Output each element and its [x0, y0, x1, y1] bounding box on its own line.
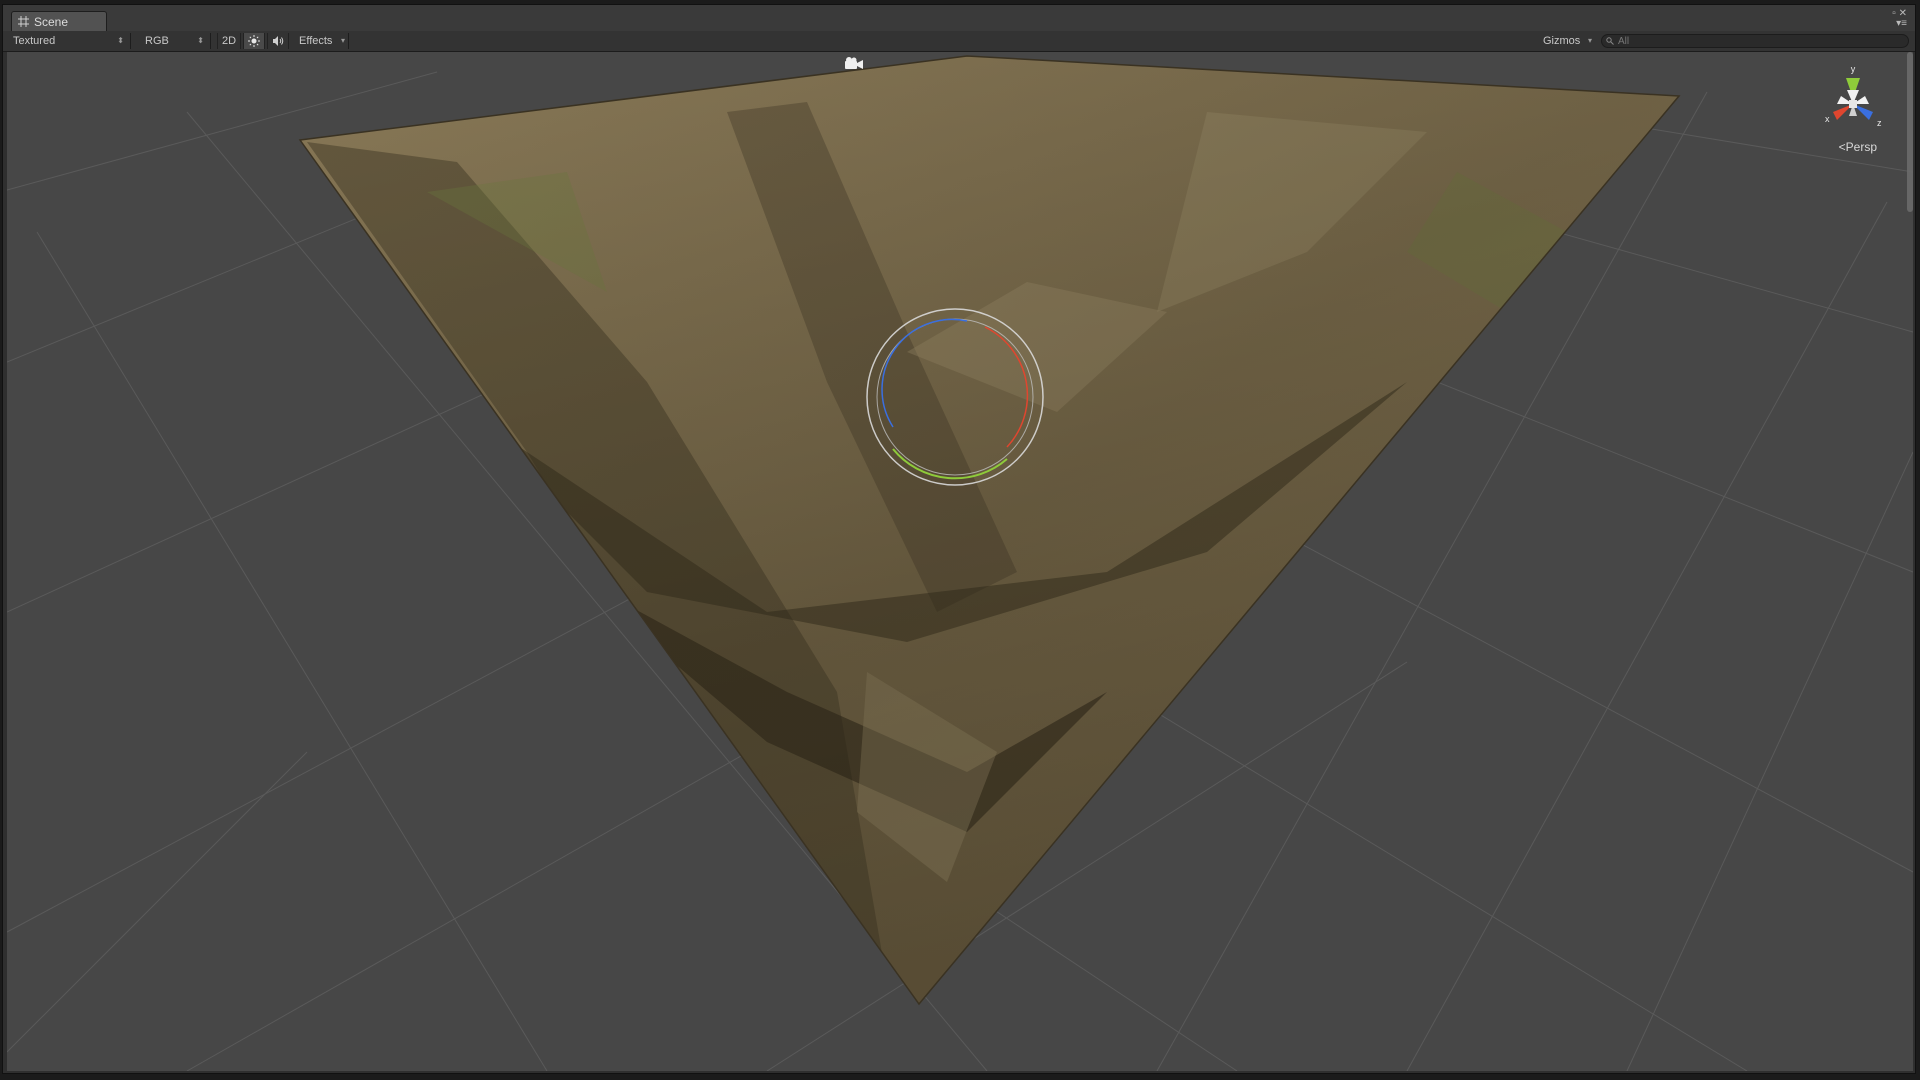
- axis-x-label: x: [1825, 114, 1830, 124]
- terrain-mesh[interactable]: [257, 52, 1707, 1012]
- scene-lighting-button[interactable]: [243, 33, 265, 49]
- render-mode-value: RGB: [145, 35, 169, 47]
- sun-icon: [248, 35, 260, 47]
- projection-toggle[interactable]: <Persp: [1839, 140, 1877, 154]
- dropdown-arrow-icon: ▾: [1587, 36, 1592, 45]
- tab-scene[interactable]: Scene: [11, 11, 107, 31]
- axis-y-label: y: [1851, 64, 1856, 74]
- dropdown-arrow-icon: ⬍: [117, 36, 124, 45]
- scene-audio-button[interactable]: [267, 33, 289, 49]
- dropdown-arrow-icon: ▾: [340, 36, 345, 45]
- draw-mode-value: Textured: [13, 35, 56, 47]
- persp-arrow-icon: <: [1838, 140, 1846, 154]
- window-controls[interactable]: ▫ ✕ ▾≡: [1892, 9, 1907, 29]
- scene-viewport[interactable]: y x z <Persp: [7, 52, 1913, 1071]
- toggle-2d-label: 2D: [221, 35, 237, 47]
- draw-mode-dropdown[interactable]: Textured ⬍: [7, 33, 131, 49]
- tab-label: Scene: [34, 15, 69, 29]
- effects-label: Effects: [299, 35, 333, 47]
- scene-search-input[interactable]: All: [1601, 34, 1909, 48]
- panel-menu-icon[interactable]: ▾≡: [1892, 19, 1907, 29]
- gizmos-label: Gizmos: [1543, 35, 1581, 47]
- camera-icon[interactable]: [843, 56, 865, 70]
- speaker-icon: [273, 36, 284, 46]
- scene-grid-icon: [18, 16, 29, 27]
- dropdown-arrow-icon: ⬍: [197, 36, 204, 45]
- gizmos-dropdown[interactable]: Gizmos ▾: [1537, 33, 1595, 49]
- search-placeholder: All: [1618, 36, 1630, 47]
- scene-window: Scene ▫ ✕ ▾≡ Textured ⬍ RGB ⬍ 2D Effects…: [2, 4, 1916, 1074]
- toggle-2d-button[interactable]: 2D: [217, 33, 241, 49]
- window-titlebar: Scene ▫ ✕ ▾≡: [3, 5, 1915, 32]
- scene-canvas[interactable]: [7, 52, 1913, 1071]
- viewport-scrollbar[interactable]: [1907, 52, 1913, 212]
- effects-dropdown[interactable]: Effects ▾: [293, 33, 349, 49]
- render-mode-dropdown[interactable]: RGB ⬍: [139, 33, 211, 49]
- scene-toolbar: Textured ⬍ RGB ⬍ 2D Effects ▾ Gizmos ▾ A…: [3, 31, 1915, 52]
- axis-z-label: z: [1877, 118, 1882, 128]
- search-icon: [1606, 37, 1614, 45]
- projection-label: Persp: [1845, 140, 1877, 154]
